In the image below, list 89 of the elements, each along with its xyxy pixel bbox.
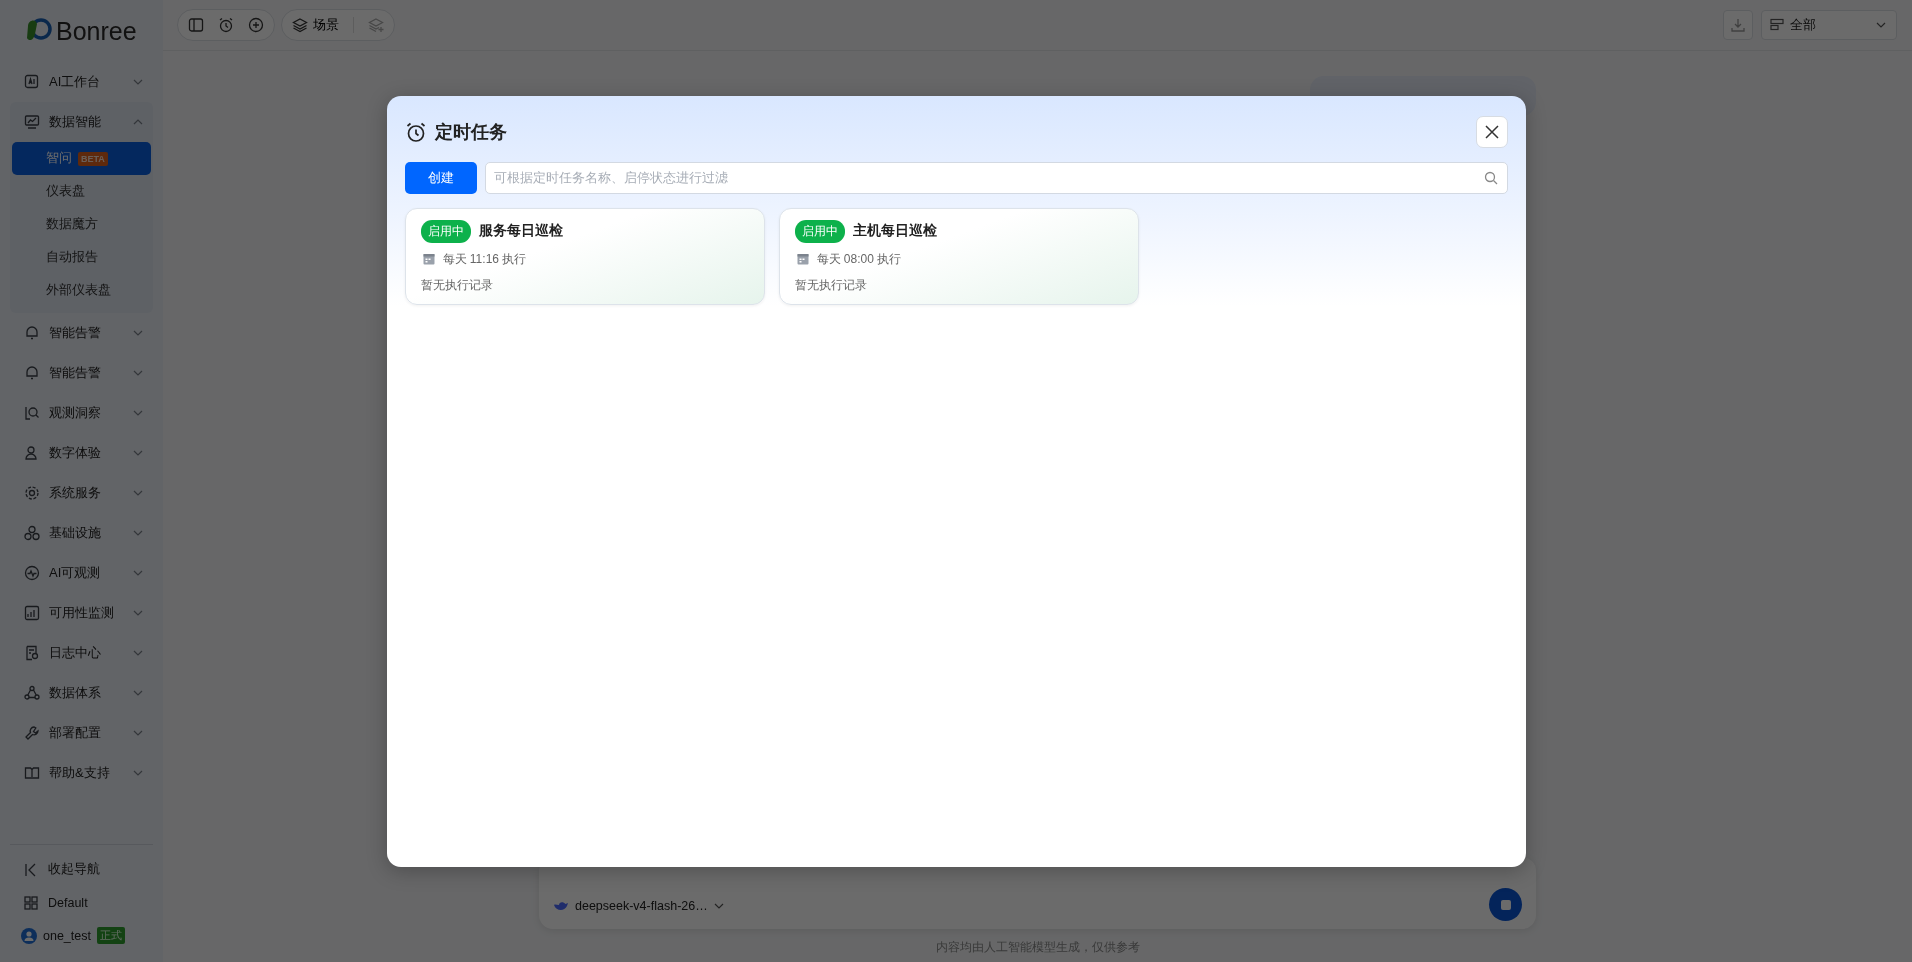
layers-icon [292,17,308,33]
chart-icon [24,605,40,621]
chevron-down-icon [713,903,724,909]
calendar-icon [796,253,809,265]
chevron-down-icon [133,570,143,576]
chevron-down-icon [133,450,143,456]
chevron-down-icon [133,490,143,496]
nav-subitem[interactable]: 智问 BETA [12,142,151,175]
status-badge: 启用中 [420,219,471,243]
nav-item[interactable]: 数据体系 [10,673,153,713]
nav-item[interactable]: 帮助&支持 [10,753,153,793]
document-icon [24,645,40,661]
schedule-text: 每天 11:16 执行 [442,250,527,268]
search-icon [1483,170,1498,185]
database-icon [1770,18,1784,32]
chevron-down-icon [133,650,143,656]
scene-button[interactable]: 场景 [292,16,339,34]
nav-item[interactable]: 系统服务 [10,473,153,513]
add-circle-icon[interactable] [248,17,264,33]
search-field[interactable]: 可根据定时任务名称、启停状态进行过滤 [484,161,1508,194]
create-button[interactable]: 创建 [404,161,477,194]
history-text: 暂无执行记录 [420,276,494,294]
history-text: 暂无执行记录 [794,276,868,294]
nav-subitem[interactable]: 仪表盘 [12,175,151,208]
schedule-text: 每天 08:00 执行 [816,250,902,268]
calendar-icon [422,253,435,265]
bell-icon [24,365,40,381]
nav-subitem[interactable]: 自动报告 [12,241,151,274]
user-name: one_test [43,928,91,943]
status-badge: 启用中 [794,219,845,243]
nav-item[interactable]: 日志中心 [10,633,153,673]
task-card[interactable]: 启用中 主机每日巡检 每天 08:00 执行 暂无执行记录 [778,207,1139,305]
task-name: 服务每日巡检 [478,222,563,240]
pulse-circle-icon [24,565,40,581]
wrench-icon [24,725,40,741]
dialog-title: 定时任务 [434,120,507,144]
nav-item[interactable]: 智能告警 [10,353,153,393]
chevron-up-icon [133,119,143,125]
avatar-icon [21,927,37,944]
sidebar-toggle-icon[interactable] [188,17,204,33]
gear-icon [24,485,40,501]
close-icon [1484,124,1499,139]
workspace-button[interactable]: Default [10,886,153,919]
chevron-down-icon [133,79,143,85]
logo-text: Bonree [56,16,137,46]
nav-item[interactable]: 观测洞察 [10,393,153,433]
bell-icon [24,325,40,341]
close-button[interactable] [1475,115,1508,148]
nav-item[interactable]: 数据智能 [10,102,153,142]
chevron-down-icon [133,730,143,736]
collapse-nav-button[interactable]: 收起导航 [10,853,153,886]
whale-icon [553,900,569,912]
stop-button[interactable] [1489,888,1522,921]
nav-item[interactable]: 基础设施 [10,513,153,553]
magnifier-icon [24,405,40,421]
chevron-down-icon [133,770,143,776]
chevron-down-icon [133,610,143,616]
nav-item[interactable]: 可用性监测 [10,593,153,633]
alarm-clock-icon[interactable] [218,17,234,33]
task-card[interactable]: 启用中 服务每日巡检 每天 11:16 执行 暂无执行记录 [404,207,765,305]
chevron-down-icon [133,370,143,376]
nav-item[interactable]: 数字体验 [10,433,153,473]
triangle-icon [24,685,40,701]
nav-subitem[interactable]: 外部仪表盘 [12,274,151,307]
env-badge: 正式 [96,927,125,944]
nav-item[interactable]: AI可观测 [10,553,153,593]
nav-subitem[interactable]: 数据魔方 [12,208,151,241]
nav-item[interactable]: 部署配置 [10,713,153,753]
chevron-down-icon [133,530,143,536]
task-name: 主机每日巡检 [852,222,937,240]
stop-icon [1500,899,1511,910]
grid-icon [24,895,38,910]
nav-item[interactable]: AI工作台 [10,62,153,102]
chevron-down-icon [133,690,143,696]
monitor-icon [24,114,40,130]
chevron-down-icon [1876,22,1886,28]
beta-badge: BETA [78,151,108,166]
chevron-down-icon [133,410,143,416]
nav-item[interactable]: 智能告警 [10,313,153,353]
download-icon [1731,18,1745,32]
collapse-icon [24,862,38,877]
book-icon [24,765,40,781]
ai-square-icon [24,74,40,90]
user-icon [24,445,40,461]
alarm-clock-icon [404,120,427,143]
chevron-down-icon [133,330,143,336]
model-select[interactable]: deepseek-v4-flash-26… [553,891,724,921]
filter-select[interactable]: 全部 [1761,10,1897,40]
circles-icon [24,525,40,541]
